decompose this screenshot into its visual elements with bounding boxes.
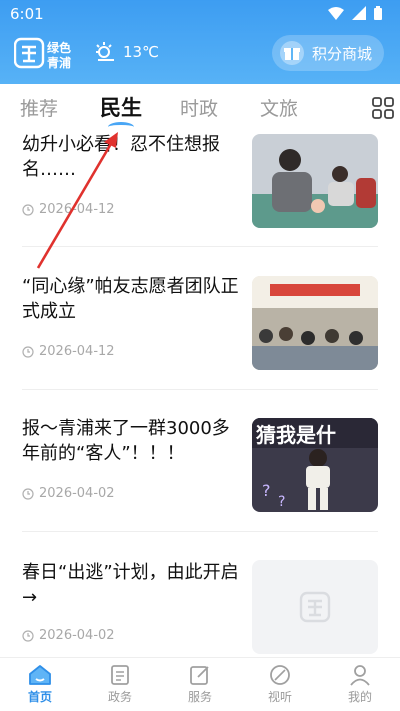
- divider: [22, 246, 378, 247]
- active-tab-indicator: [108, 122, 134, 132]
- clock-icon: [22, 203, 34, 216]
- news-title: 报～青浦来了一群3000多年前的“客人”！！！: [22, 418, 230, 464]
- news-thumbnail: 猜我是什 ? ?: [252, 418, 378, 512]
- tab-livelihood[interactable]: 民生: [100, 92, 142, 122]
- home-icon: [29, 665, 51, 685]
- news-date-row: 2026-04-12: [22, 344, 115, 359]
- document-icon: [111, 665, 129, 685]
- nav-government-label: 政务: [107, 690, 132, 704]
- status-time: 6:01: [10, 5, 44, 23]
- news-date-row: 2026-04-02: [22, 628, 115, 643]
- svg-text:?: ?: [278, 494, 285, 510]
- nav-media-label: 视听: [267, 690, 292, 704]
- sun-cloud-icon: [96, 42, 114, 61]
- svg-text:青浦: 青浦: [47, 55, 71, 70]
- news-thumbnail-placeholder: [252, 560, 378, 654]
- nav-profile[interactable]: 我的: [320, 658, 400, 711]
- app-logo: 绿色 青浦: [14, 37, 71, 70]
- news-date-row: 2026-04-12: [22, 202, 115, 217]
- news-title: 春日“出逃”计划，由此开启→: [22, 562, 239, 608]
- nav-service[interactable]: 服务: [160, 658, 240, 711]
- status-icons: [328, 6, 382, 20]
- news-thumbnail: [252, 134, 378, 228]
- news-item[interactable]: 春日“出逃”计划，由此开启→ 2026-04-02: [0, 560, 400, 656]
- news-date: 2026-04-12: [39, 344, 115, 359]
- clock-icon: [22, 629, 34, 642]
- thumb-caption: 猜我是什: [255, 423, 336, 447]
- news-item[interactable]: 报～青浦来了一群3000多年前的“客人”！！！ 2026-04-02 猜我是什 …: [0, 416, 400, 530]
- channel-tabs: 推荐 民生 时政 文旅: [0, 84, 400, 130]
- news-date: 2026-04-02: [39, 486, 115, 501]
- points-mall-button[interactable]: 积分商城: [272, 35, 384, 71]
- news-thumbnail: [252, 276, 378, 370]
- weather-temp: 13℃: [123, 43, 159, 61]
- status-bar: 6:01: [0, 0, 400, 28]
- news-date: 2026-04-02: [39, 628, 115, 643]
- news-date-row: 2026-04-02: [22, 486, 115, 501]
- edit-icon: [190, 666, 209, 685]
- top-bar: 6:01 绿色 青浦 13℃ 积分商城: [0, 0, 400, 84]
- tab-recommend[interactable]: 推荐: [20, 94, 58, 121]
- grid-icon[interactable]: [372, 97, 394, 119]
- weather[interactable]: 13℃: [94, 41, 159, 63]
- media-leaf-icon: [270, 665, 290, 685]
- tab-culture-tourism[interactable]: 文旅: [260, 94, 298, 121]
- clock-icon: [22, 487, 34, 500]
- signal-icon: [352, 6, 366, 20]
- news-date: 2026-04-12: [39, 202, 115, 217]
- nav-media[interactable]: 视听: [240, 658, 320, 711]
- bottom-nav: 首页 政务 服务 视听 我的: [0, 657, 400, 711]
- news-item[interactable]: 幼升小必看！忍不住想报名…… 2026-04-12: [0, 132, 400, 246]
- divider: [22, 389, 378, 390]
- battery-icon: [374, 6, 382, 20]
- points-mall-label: 积分商城: [312, 44, 373, 63]
- nav-service-label: 服务: [187, 690, 212, 704]
- clock-icon: [22, 345, 34, 358]
- gift-icon: [280, 41, 304, 65]
- divider: [22, 531, 378, 532]
- svg-text:?: ?: [262, 481, 271, 500]
- nav-home-label: 首页: [27, 690, 52, 704]
- news-title: 幼升小必看！忍不住想报名……: [22, 134, 220, 180]
- nav-profile-label: 我的: [347, 690, 372, 704]
- wifi-icon: [328, 6, 344, 20]
- news-item[interactable]: “同心缘”帕友志愿者团队正式成立 2026-04-12: [0, 274, 400, 388]
- user-icon: [350, 665, 370, 686]
- nav-home[interactable]: 首页: [0, 658, 80, 711]
- tab-politics[interactable]: 时政: [180, 94, 218, 121]
- svg-text:绿色: 绿色: [47, 40, 71, 55]
- nav-government[interactable]: 政务: [80, 658, 160, 711]
- news-title: “同心缘”帕友志愿者团队正式成立: [22, 276, 239, 322]
